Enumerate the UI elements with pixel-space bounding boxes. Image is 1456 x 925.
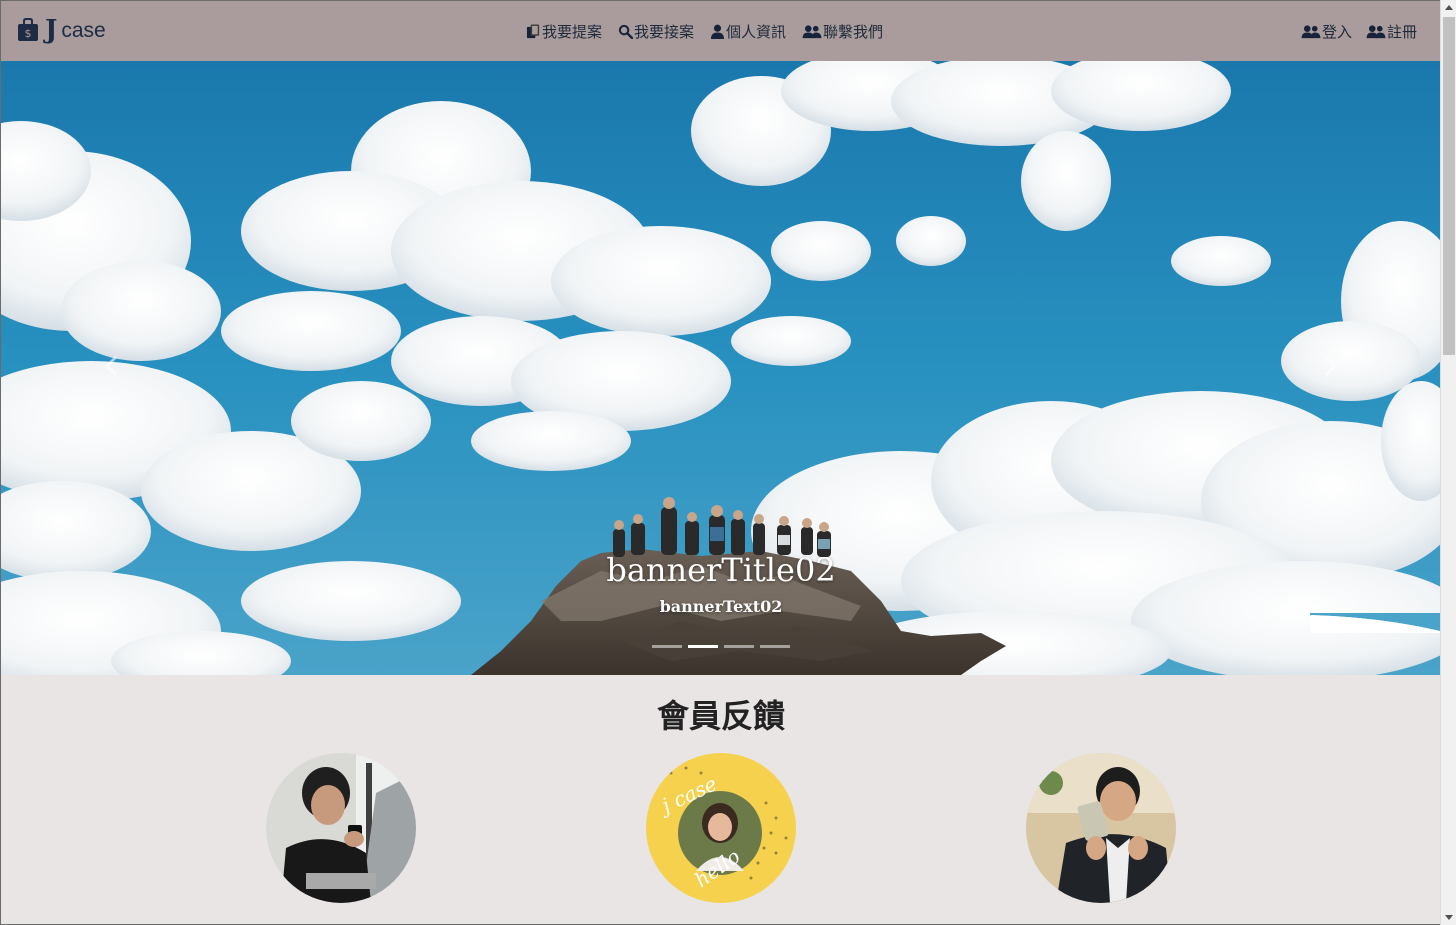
page-frame: $ J case 我要提案 我要接案 個人資訊 聯繫我們 登入 註冊 banne…: [0, 0, 1440, 925]
nav-take-case[interactable]: 我要接案: [618, 21, 694, 42]
carousel-next-button[interactable]: [1316, 351, 1346, 381]
chevron-left-icon: [104, 355, 118, 377]
user-icon: [710, 24, 725, 39]
nav-register[interactable]: 註冊: [1366, 21, 1417, 42]
search-icon: [618, 24, 634, 39]
nav-register-label: 註冊: [1386, 23, 1417, 41]
banner-title: bannerTitle02: [606, 551, 836, 589]
chevron-right-icon: [1324, 355, 1338, 377]
page-scrollbar[interactable]: [1440, 0, 1456, 925]
member-avatar-1: [266, 753, 416, 903]
svg-text:$: $: [25, 27, 32, 40]
scroll-thumb[interactable]: [1443, 17, 1455, 355]
nav-propose-case[interactable]: 我要提案: [526, 21, 602, 42]
brand-logo-j: J: [45, 15, 58, 45]
users-icon: [1366, 25, 1386, 39]
nav-profile-label: 個人資訊: [726, 23, 787, 41]
scroll-down-arrow-icon[interactable]: [1445, 915, 1453, 920]
nav-profile[interactable]: 個人資訊: [710, 21, 786, 42]
feedback-heading: 會員反饋: [656, 697, 785, 735]
carousel-prev-button[interactable]: [96, 351, 126, 381]
member-avatar-3: [1026, 753, 1176, 903]
nav-contact[interactable]: 聯繫我們: [802, 21, 883, 42]
member-avatar-2: j case hello: [646, 753, 796, 903]
carousel-indicator-1[interactable]: [652, 645, 682, 648]
carousel-indicator-4[interactable]: [760, 645, 790, 648]
carousel-indicator-3[interactable]: [724, 645, 754, 648]
main-nav: 我要提案 我要接案 個人資訊 聯繫我們: [526, 21, 883, 42]
nav-propose-case-label: 我要提案: [542, 23, 603, 41]
banner-text: bannerText02: [659, 597, 783, 616]
nav-take-case-label: 我要接案: [634, 23, 695, 41]
brand-logo-case: case: [61, 18, 106, 42]
carousel-indicators: [652, 645, 790, 648]
users-icon: [802, 25, 822, 39]
scroll-up-arrow-icon[interactable]: [1445, 5, 1453, 10]
copy-icon: [526, 24, 540, 39]
users-icon: [1301, 25, 1321, 39]
section-wave-divider: [1310, 613, 1440, 633]
money-bag-icon: $: [18, 18, 38, 41]
top-navbar: $ J case 我要提案 我要接案 個人資訊 聯繫我們 登入 註冊: [1, 1, 1440, 61]
brand-logo[interactable]: $ J case: [17, 17, 106, 43]
nav-login-label: 登入: [1321, 23, 1352, 41]
nav-login[interactable]: 登入: [1301, 21, 1352, 42]
banner-carousel: bannerTitle02 bannerText02: [1, 61, 1440, 675]
carousel-indicator-2[interactable]: [688, 645, 718, 648]
auth-nav: 登入 註冊: [1301, 21, 1417, 42]
nav-contact-label: 聯繫我們: [823, 23, 884, 41]
